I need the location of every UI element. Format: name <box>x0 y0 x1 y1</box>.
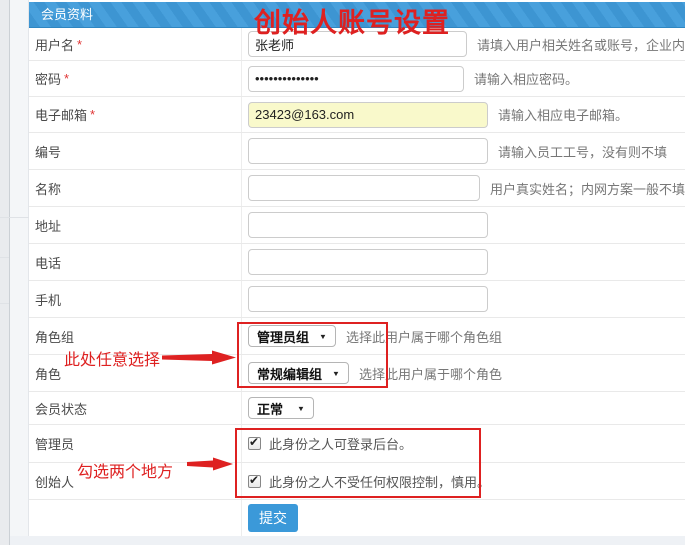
panel-footer-strip <box>10 536 685 545</box>
phone-input[interactable] <box>248 249 488 275</box>
password-label: 密码 <box>35 69 61 88</box>
row-password: 密码 * 请输入相应密码。 <box>29 61 685 97</box>
admin-checkbox-text: 此身份之人可登录后台。 <box>269 434 412 453</box>
row-address: 地址 <box>29 207 685 244</box>
founder-checkbox-text: 此身份之人不受任何权限控制，慎用。 <box>269 472 490 491</box>
row-name: 名称 用户真实姓名；内网方案一般不填 <box>29 170 685 207</box>
chevron-down-icon: ▼ <box>319 332 327 340</box>
chevron-down-icon: ▼ <box>332 369 340 377</box>
address-input[interactable] <box>248 212 488 238</box>
member-status-select[interactable]: 正常 ▼ <box>248 397 314 419</box>
number-input[interactable] <box>248 138 488 164</box>
number-hint: 请输入员工工号，没有则不填 <box>498 142 667 161</box>
email-input[interactable] <box>248 102 488 128</box>
rail-divider <box>0 217 29 218</box>
email-label: 电子邮箱 <box>35 105 87 124</box>
required-asterisk: * <box>64 71 69 86</box>
left-inner-rail <box>10 0 29 536</box>
username-label: 用户名 <box>35 35 74 54</box>
password-hint: 请输入相应密码。 <box>474 69 578 88</box>
row-phone: 电话 <box>29 244 685 281</box>
admin-checkbox[interactable]: ✔ <box>248 437 261 450</box>
name-input[interactable] <box>248 175 480 201</box>
row-admin: 管理员 ✔ 此身份之人可登录后台。 <box>29 425 685 463</box>
panel-title: 会员资料 <box>29 2 685 28</box>
role-group-label: 角色组 <box>35 327 74 346</box>
row-number: 编号 请输入员工工号，没有则不填 <box>29 133 685 170</box>
required-asterisk: * <box>90 107 95 122</box>
required-asterisk: * <box>77 37 82 52</box>
member-profile-panel: 会员资料 用户名 * 请填入用户相关姓名或账号，企业内 密码 * 请输入相应密码… <box>29 2 685 536</box>
email-hint: 请输入相应电子邮箱。 <box>498 105 628 124</box>
username-hint: 请填入用户相关姓名或账号，企业内 <box>477 35 685 54</box>
founder-label: 创始人 <box>35 472 74 491</box>
checkmark-icon: ✔ <box>249 474 259 487</box>
row-email: 电子邮箱 * 请输入相应电子邮箱。 <box>29 97 685 133</box>
chevron-down-icon: ▼ <box>297 404 305 412</box>
mobile-label: 手机 <box>35 290 61 309</box>
username-input[interactable] <box>248 31 467 57</box>
member-status-label: 会员状态 <box>35 399 87 418</box>
role-label: 角色 <box>35 364 61 383</box>
row-mobile: 手机 <box>29 281 685 318</box>
password-input[interactable] <box>248 66 464 92</box>
row-role: 角色 常规编辑组 ▼ 选择此用户属于哪个角色 <box>29 355 685 392</box>
submit-button[interactable]: 提交 <box>248 504 298 532</box>
role-group-hint: 选择此用户属于哪个角色组 <box>346 327 502 346</box>
number-label: 编号 <box>35 142 61 161</box>
row-founder: 创始人 ✔ 此身份之人不受任何权限控制，慎用。 <box>29 463 685 500</box>
role-group-select[interactable]: 管理员组 ▼ <box>248 325 336 347</box>
role-hint: 选择此用户属于哪个角色 <box>359 364 502 383</box>
row-role-group: 角色组 管理员组 ▼ 选择此用户属于哪个角色组 <box>29 318 685 355</box>
founder-checkbox[interactable]: ✔ <box>248 475 261 488</box>
admin-label: 管理员 <box>35 434 74 453</box>
rail-divider <box>0 257 9 258</box>
role-select-value: 常规编辑组 <box>257 364 322 383</box>
row-username: 用户名 * 请填入用户相关姓名或账号，企业内 <box>29 28 685 61</box>
checkmark-icon: ✔ <box>249 436 259 449</box>
member-status-select-value: 正常 <box>257 399 283 418</box>
name-hint: 用户真实姓名；内网方案一般不填 <box>490 179 685 198</box>
role-select[interactable]: 常规编辑组 ▼ <box>248 362 349 384</box>
row-member-status: 会员状态 正常 ▼ <box>29 392 685 425</box>
rail-divider <box>0 303 9 304</box>
address-label: 地址 <box>35 216 61 235</box>
name-label: 名称 <box>35 179 61 198</box>
phone-label: 电话 <box>35 253 61 272</box>
left-outer-rail <box>0 0 9 545</box>
row-submit: 提交 <box>29 500 685 536</box>
role-group-select-value: 管理员组 <box>257 327 309 346</box>
mobile-input[interactable] <box>248 286 488 312</box>
